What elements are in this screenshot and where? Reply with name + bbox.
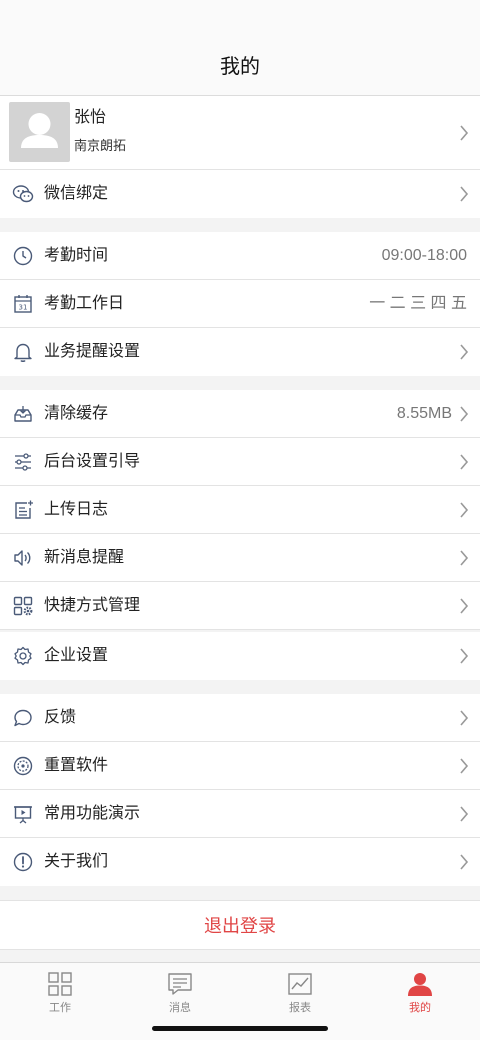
cache-size-value: 8.55MB — [396, 405, 452, 422]
chevron-right-icon — [460, 710, 469, 726]
wechat-bind-label: 微信绑定 — [44, 185, 109, 202]
chevron-right-icon — [460, 502, 469, 518]
tab-messages-label: 消息 — [169, 1002, 191, 1014]
chevron-right-icon — [460, 454, 469, 470]
tab-mine-label: 我的 — [409, 1002, 431, 1014]
tab-mine[interactable]: 我的 — [380, 969, 460, 1021]
business-reminder-label: 业务提醒设置 — [44, 343, 141, 360]
avatar — [9, 102, 70, 162]
wechat-icon — [12, 185, 34, 203]
upload-log-label: 上传日志 — [44, 501, 109, 518]
nav-header: 我的 — [0, 0, 480, 96]
new-message-alert-row[interactable]: 新消息提醒 — [0, 534, 480, 582]
attendance-time-value: 09:00-18:00 — [381, 247, 467, 264]
profile-company: 南京朗拓 — [74, 138, 127, 153]
chart-icon — [288, 973, 312, 995]
message-icon — [168, 973, 192, 995]
attendance-workday-value: 一 二 三 四 五 — [369, 295, 467, 312]
shortcut-manage-row[interactable]: 快捷方式管理 — [0, 582, 480, 630]
feature-demo-label: 常用功能演示 — [44, 805, 141, 822]
person-icon — [408, 973, 432, 996]
chevron-right-icon — [460, 550, 469, 566]
new-message-alert-label: 新消息提醒 — [44, 549, 125, 566]
tray-download-icon — [14, 406, 32, 422]
about-us-label: 关于我们 — [44, 853, 109, 870]
speaker-icon — [14, 550, 31, 566]
profile-row[interactable]: 张怡 南京朗拓 — [0, 96, 480, 170]
sliders-icon — [15, 453, 31, 471]
wechat-bind-row[interactable]: 微信绑定 — [0, 170, 480, 218]
about-us-row[interactable]: 关于我们 — [0, 838, 480, 886]
svg-text:31: 31 — [19, 304, 28, 312]
attendance-workday-row[interactable]: 31 考勤工作日 一 二 三 四 五 — [0, 280, 480, 328]
chevron-right-icon — [460, 344, 469, 360]
chevron-right-icon — [460, 758, 469, 774]
clear-cache-row[interactable]: 清除缓存 8.55MB — [0, 390, 480, 438]
feature-demo-row[interactable]: 常用功能演示 — [0, 790, 480, 838]
presentation-icon — [14, 806, 32, 824]
tab-work[interactable]: 工作 — [20, 969, 100, 1021]
attendance-time-row[interactable]: 考勤时间 09:00-18:00 — [0, 232, 480, 280]
feedback-bubble-icon — [14, 709, 32, 727]
background-guide-row[interactable]: 后台设置引导 — [0, 438, 480, 486]
reset-software-label: 重置软件 — [44, 757, 109, 774]
gear-icon — [14, 646, 32, 666]
home-indicator — [152, 1026, 328, 1031]
profile-name: 张怡 — [74, 109, 107, 126]
business-reminder-row[interactable]: 业务提醒设置 — [0, 328, 480, 376]
chevron-right-icon — [460, 854, 469, 870]
logout-button[interactable]: 退出登录 — [0, 900, 480, 950]
info-exclamation-icon — [13, 852, 33, 872]
clock-icon — [13, 246, 33, 266]
tab-reports-label: 报表 — [289, 1002, 311, 1014]
attendance-workday-label: 考勤工作日 — [44, 295, 125, 312]
clear-cache-label: 清除缓存 — [44, 405, 109, 422]
reset-icon — [13, 756, 33, 776]
feedback-row[interactable]: 反馈 — [0, 694, 480, 742]
chevron-right-icon — [460, 598, 469, 614]
reset-software-row[interactable]: 重置软件 — [0, 742, 480, 790]
log-upload-icon — [15, 500, 33, 519]
grid-icon — [48, 972, 72, 996]
logout-label: 退出登录 — [204, 916, 276, 936]
enterprise-settings-label: 企业设置 — [44, 647, 109, 664]
tab-work-label: 工作 — [49, 1002, 71, 1014]
background-guide-label: 后台设置引导 — [44, 453, 141, 470]
enterprise-settings-row[interactable]: 企业设置 — [0, 632, 480, 680]
calendar-icon: 31 — [14, 295, 32, 313]
chevron-right-icon — [460, 806, 469, 822]
chevron-right-icon — [460, 125, 469, 141]
chevron-right-icon — [460, 648, 469, 664]
chevron-right-icon — [460, 186, 469, 202]
attendance-time-label: 考勤时间 — [44, 247, 109, 264]
tab-reports[interactable]: 报表 — [260, 969, 340, 1021]
chevron-right-icon — [460, 406, 469, 422]
tab-messages[interactable]: 消息 — [140, 969, 220, 1021]
upload-log-row[interactable]: 上传日志 — [0, 486, 480, 534]
bell-icon — [14, 343, 32, 362]
feedback-label: 反馈 — [44, 709, 77, 726]
default-avatar-icon — [21, 113, 58, 148]
apps-gear-icon — [13, 596, 33, 616]
shortcut-manage-label: 快捷方式管理 — [44, 597, 141, 614]
page-title: 我的 — [220, 56, 260, 78]
